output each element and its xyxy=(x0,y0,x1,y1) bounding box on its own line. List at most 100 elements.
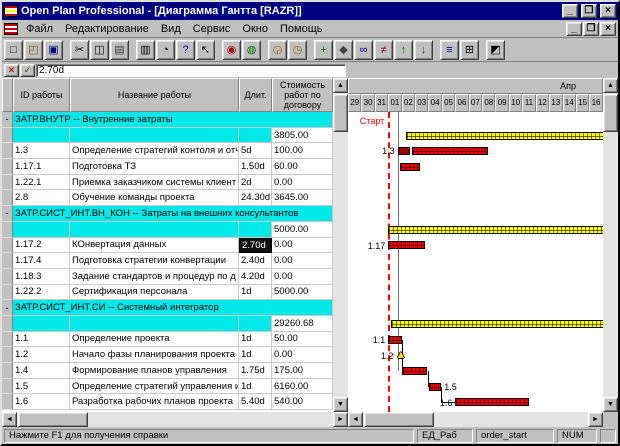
group-label-cell[interactable]: ЗАТР.СИСТ_ИНТ.СИ -- Системный интегратор xyxy=(13,300,333,316)
table-row[interactable]: 1.22.1Приемка заказчиком системы клиент2… xyxy=(2,175,333,191)
task-bar[interactable] xyxy=(412,147,488,155)
cell-name[interactable]: Начало фазы планирования проекта xyxy=(70,347,239,363)
cell-id[interactable] xyxy=(13,222,70,238)
table-row[interactable]: 1.5Определение стратегий управления и1d6… xyxy=(2,379,333,395)
group-label-cell[interactable]: ЗАТР.СИСТ_ИНТ.ВН_КОН -- Затраты на внешн… xyxy=(13,206,333,222)
cell-name[interactable]: Разработка рабочих планов проекта xyxy=(70,394,239,410)
cell-duration[interactable] xyxy=(239,128,272,144)
cell-duration[interactable]: 5.40d xyxy=(239,394,272,410)
cell-id[interactable]: 1.2 xyxy=(13,347,70,363)
table-row[interactable]: 1.17.1Подготовка ТЗ1.50d60.00 xyxy=(2,159,333,175)
copy-button[interactable]: ◫ xyxy=(90,40,109,60)
table-row[interactable]: 1.22.2Сертификация персонала1d5000.00 xyxy=(2,285,333,301)
cell-name[interactable]: Задание стандартов и процедур по д xyxy=(70,269,239,285)
move-up-button[interactable]: ↑ xyxy=(394,40,413,60)
summary-bar[interactable] xyxy=(406,132,603,140)
table-row[interactable]: 1.2Начало фазы планирования проекта1d0.0… xyxy=(2,347,333,363)
scroll-up-icon[interactable]: ▲ xyxy=(603,78,618,93)
table-row[interactable]: -ЗАТР.СИСТ_ИНТ.СИ -- Системный интеграто… xyxy=(2,300,333,316)
cell-cost[interactable]: 60.00 xyxy=(272,159,333,175)
cell-duration[interactable] xyxy=(239,316,272,332)
cell-id[interactable]: 1.22.2 xyxy=(13,285,70,301)
open-button[interactable]: ◰ xyxy=(24,40,43,60)
cell-name[interactable]: КОнвертация данных xyxy=(70,238,239,254)
cell-duration[interactable]: 1d xyxy=(239,379,272,395)
cell-id[interactable] xyxy=(13,128,70,144)
target-red-button[interactable]: ◉ xyxy=(222,40,241,60)
cell-id[interactable]: 1.5 xyxy=(13,379,70,395)
gantt-view-button[interactable]: ≡ xyxy=(440,40,459,60)
cell-cost[interactable]: 0.00 xyxy=(272,269,333,285)
table-row[interactable]: 29260.68 xyxy=(2,316,333,332)
cell-id[interactable]: 1.4 xyxy=(13,363,70,379)
collapse-toggle[interactable]: - xyxy=(2,206,13,222)
header-name[interactable]: Название работы xyxy=(70,78,239,112)
cell-cost[interactable]: 0.00 xyxy=(272,347,333,363)
scrollbar-thumb[interactable] xyxy=(333,94,348,132)
task-bar[interactable] xyxy=(455,398,529,406)
table-row[interactable]: 1.4Формирование планов управления1.75d17… xyxy=(2,363,333,379)
table-row[interactable]: 1.3Определение стратегий контоля и отч5d… xyxy=(2,143,333,159)
minimize-button[interactable]: _ xyxy=(562,4,578,18)
task-bar[interactable] xyxy=(429,383,442,391)
task-bar[interactable] xyxy=(388,241,425,249)
task-bar[interactable] xyxy=(400,163,420,171)
cell-duration[interactable]: 1d xyxy=(239,285,272,301)
table-row[interactable]: -ЗАТР.ВНУТР -- Внутренние затраты xyxy=(2,112,333,128)
cell-name[interactable]: Приемка заказчиком системы клиент xyxy=(70,175,239,191)
table-row[interactable]: 1.6Разработка рабочих планов проекта5.40… xyxy=(2,394,333,410)
cell-id[interactable]: 1.18.3 xyxy=(13,269,70,285)
document-icon[interactable] xyxy=(4,23,18,35)
cell-duration[interactable]: 24.30d xyxy=(239,190,272,206)
table-vertical-scrollbar[interactable]: ▲ ▼ xyxy=(333,78,348,412)
menu-item-5[interactable]: Помощь xyxy=(274,21,329,37)
cell-cost[interactable]: 50.00 xyxy=(272,332,333,348)
cell-duration[interactable]: 1d xyxy=(239,332,272,348)
header-id[interactable]: ID работы xyxy=(13,78,70,112)
header-duration[interactable]: Длит. xyxy=(239,78,272,112)
cell-cost[interactable]: 6160.00 xyxy=(272,379,333,395)
cell-name[interactable]: Определение стратегий контоля и отч xyxy=(70,143,239,159)
scroll-right-icon[interactable]: ► xyxy=(588,412,603,427)
cell-duration[interactable]: 1.75d xyxy=(239,363,272,379)
save-button[interactable]: ▣ xyxy=(44,40,63,60)
summary-bar[interactable] xyxy=(388,226,603,234)
cell-name[interactable]: Определение проекта xyxy=(70,332,239,348)
child-restore-button[interactable]: ❐ xyxy=(583,22,599,36)
cell-name[interactable]: Подготовка ТЗ xyxy=(70,159,239,175)
header-cost[interactable]: Стоимость работ по договору xyxy=(272,78,333,112)
table-horizontal-scrollbar[interactable]: ◄ ► xyxy=(2,412,348,427)
cell-cost[interactable]: 175.00 xyxy=(272,363,333,379)
cell-name[interactable]: Обучение команды проекта xyxy=(70,190,239,206)
task-bar[interactable] xyxy=(402,367,428,375)
cell-duration[interactable]: 1d xyxy=(239,347,272,363)
cell-name[interactable] xyxy=(70,128,239,144)
table-row[interactable]: 5000.00 xyxy=(2,222,333,238)
collapse-toggle[interactable]: - xyxy=(2,300,13,316)
network-view-button[interactable]: ⊞ xyxy=(460,40,479,60)
cell-id[interactable]: 1.22.1 xyxy=(13,175,70,191)
task-bar[interactable] xyxy=(388,336,401,344)
scrollbar-thumb[interactable] xyxy=(364,412,434,427)
cell-id[interactable]: 1.17.4 xyxy=(13,253,70,269)
cell-duration[interactable] xyxy=(239,222,272,238)
maximize-button[interactable]: ❐ xyxy=(581,4,597,18)
edit-accept-button[interactable]: ✓ xyxy=(20,64,35,77)
move-down-button[interactable]: ↓ xyxy=(414,40,433,60)
help-button[interactable]: ? xyxy=(176,40,195,60)
scrollbar-thumb[interactable] xyxy=(603,94,618,132)
table-row[interactable]: -ЗАТР.СИСТ_ИНТ.ВН_КОН -- Затраты на внеш… xyxy=(2,206,333,222)
cell-id[interactable]: 1.6 xyxy=(13,394,70,410)
cell-name[interactable]: Подготовка стратегии конвертации xyxy=(70,253,239,269)
menu-item-2[interactable]: Вид xyxy=(155,21,187,37)
add-milestone-button[interactable]: ◆ xyxy=(334,40,353,60)
table-row[interactable]: 1.17.4Подготовка стратегии конвертации2.… xyxy=(2,253,333,269)
cell-cost[interactable]: 0.00 xyxy=(272,253,333,269)
cell-duration[interactable]: 2.70d xyxy=(239,238,272,254)
collapse-toggle[interactable]: - xyxy=(2,112,13,128)
scroll-right-icon[interactable]: ► xyxy=(333,412,348,427)
summary-bar[interactable] xyxy=(391,320,603,328)
add-activity-button[interactable]: + xyxy=(314,40,333,60)
group-label-cell[interactable]: ЗАТР.ВНУТР -- Внутренние затраты xyxy=(13,112,333,128)
new-button[interactable]: □ xyxy=(4,40,23,60)
